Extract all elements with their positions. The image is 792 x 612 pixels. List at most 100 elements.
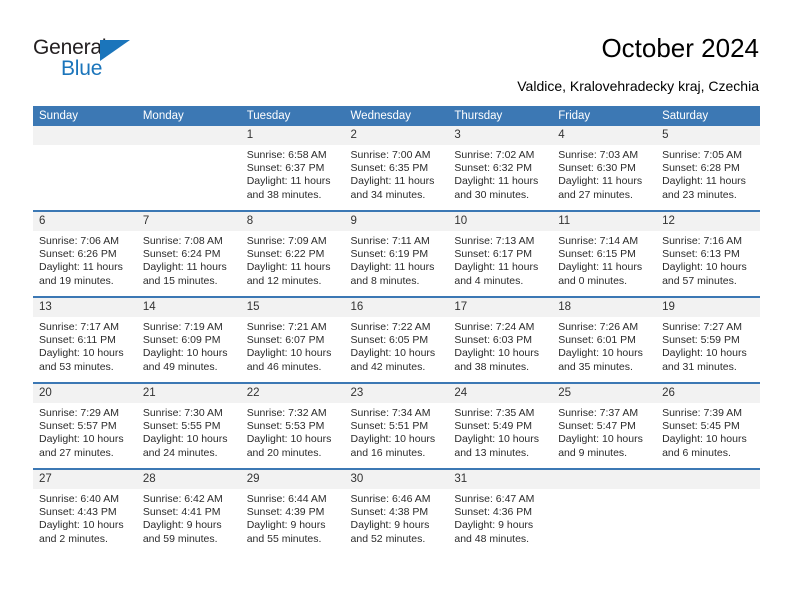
day-number: 14 <box>136 298 241 317</box>
day-cell[interactable]: 9 Sunrise: 7:11 AM Sunset: 6:19 PM Dayli… <box>344 210 449 297</box>
day-cell[interactable]: 7 Sunrise: 7:08 AM Sunset: 6:24 PM Dayli… <box>136 210 241 297</box>
sunset-text: Sunset: 6:01 PM <box>558 334 636 347</box>
day-cell[interactable]: 16 Sunrise: 7:22 AM Sunset: 6:05 PM Dayl… <box>344 296 449 383</box>
daylight-text: Daylight: 10 hours and 38 minutes. <box>454 347 540 373</box>
day-number: 21 <box>136 384 241 403</box>
sunset-text: Sunset: 6:37 PM <box>246 162 325 175</box>
sunset-text: Sunset: 6:15 PM <box>558 248 636 261</box>
day-cell[interactable]: 24 Sunrise: 7:35 AM Sunset: 5:49 PM Dayl… <box>448 382 553 469</box>
day-cell[interactable]: 12 Sunrise: 7:16 AM Sunset: 6:13 PM Dayl… <box>656 210 760 297</box>
day-info: Sunrise: 7:39 AM Sunset: 5:45 PM Dayligh… <box>656 403 760 460</box>
sunset-text: Sunset: 6:11 PM <box>39 334 116 347</box>
day-cell[interactable]: 3 Sunrise: 7:02 AM Sunset: 6:32 PM Dayli… <box>448 126 553 211</box>
day-cell[interactable]: 8 Sunrise: 7:09 AM Sunset: 6:22 PM Dayli… <box>240 210 345 297</box>
day-cell[interactable]: 28 Sunrise: 6:42 AM Sunset: 4:41 PM Dayl… <box>136 468 241 554</box>
weekday-header-tuesday: Tuesday <box>240 106 345 126</box>
sunset-text: Sunset: 6:07 PM <box>246 334 325 347</box>
day-number: 30 <box>344 470 449 489</box>
daylight-text: Daylight: 9 hours and 55 minutes. <box>246 519 326 545</box>
day-cell[interactable]: 19 Sunrise: 7:27 AM Sunset: 5:59 PM Dayl… <box>656 296 760 383</box>
sunrise-text: Sunrise: 7:13 AM <box>454 235 535 247</box>
sunset-text: Sunset: 5:57 PM <box>39 420 117 433</box>
daylight-text: Daylight: 10 hours and 49 minutes. <box>142 347 228 373</box>
daylight-text: Daylight: 11 hours and 23 minutes. <box>662 175 746 201</box>
day-cell[interactable]: 6 Sunrise: 7:06 AM Sunset: 6:26 PM Dayli… <box>33 210 137 297</box>
day-number: 13 <box>33 298 137 317</box>
day-cell[interactable]: 29 Sunrise: 6:44 AM Sunset: 4:39 PM Dayl… <box>240 468 345 554</box>
sunrise-text: Sunrise: 7:29 AM <box>39 407 119 419</box>
daylight-text: Daylight: 10 hours and 24 minutes. <box>142 433 228 459</box>
day-number <box>136 126 241 145</box>
sunrise-text: Sunrise: 7:08 AM <box>142 235 223 247</box>
daylight-text: Daylight: 10 hours and 57 minutes. <box>662 261 747 287</box>
day-number: 17 <box>448 298 553 317</box>
day-cell[interactable]: 18 Sunrise: 7:26 AM Sunset: 6:01 PM Dayl… <box>552 296 657 383</box>
day-info: Sunrise: 7:26 AM Sunset: 6:01 PM Dayligh… <box>552 317 656 374</box>
sunset-text: Sunset: 4:41 PM <box>142 506 221 519</box>
sunrise-text: Sunrise: 6:46 AM <box>350 493 431 505</box>
day-number: 8 <box>240 212 345 231</box>
day-number: 9 <box>344 212 449 231</box>
sunrise-text: Sunrise: 7:37 AM <box>558 407 639 419</box>
day-cell[interactable]: 5 Sunrise: 7:05 AM Sunset: 6:28 PM Dayli… <box>656 126 760 211</box>
sunrise-text: Sunrise: 7:21 AM <box>246 321 327 333</box>
day-cell[interactable]: 1 Sunrise: 6:58 AM Sunset: 6:37 PM Dayli… <box>240 126 345 211</box>
daylight-text: Daylight: 10 hours and 27 minutes. <box>39 433 124 459</box>
sunrise-text: Sunrise: 7:39 AM <box>662 407 743 419</box>
sunset-text: Sunset: 4:43 PM <box>39 506 117 519</box>
day-cell[interactable]: 10 Sunrise: 7:13 AM Sunset: 6:17 PM Dayl… <box>448 210 553 297</box>
day-cell[interactable]: 13 Sunrise: 7:17 AM Sunset: 6:11 PM Dayl… <box>33 296 137 383</box>
day-cell[interactable]: 26 Sunrise: 7:39 AM Sunset: 5:45 PM Dayl… <box>656 382 760 469</box>
day-info: Sunrise: 7:37 AM Sunset: 5:47 PM Dayligh… <box>552 403 656 460</box>
day-cell[interactable]: 23 Sunrise: 7:34 AM Sunset: 5:51 PM Dayl… <box>344 382 449 469</box>
day-number: 15 <box>240 298 345 317</box>
sunrise-text: Sunrise: 7:19 AM <box>142 321 223 333</box>
day-info: Sunrise: 7:06 AM Sunset: 6:26 PM Dayligh… <box>33 231 137 288</box>
logo-triangle-icon <box>100 40 130 61</box>
day-cell[interactable]: 30 Sunrise: 6:46 AM Sunset: 4:38 PM Dayl… <box>344 468 449 554</box>
day-number: 24 <box>448 384 553 403</box>
daylight-text: Daylight: 9 hours and 48 minutes. <box>454 519 534 545</box>
sunset-text: Sunset: 6:19 PM <box>350 248 429 261</box>
day-info <box>552 489 656 493</box>
day-cell[interactable]: 21 Sunrise: 7:30 AM Sunset: 5:55 PM Dayl… <box>136 382 241 469</box>
day-cell[interactable]: 20 Sunrise: 7:29 AM Sunset: 5:57 PM Dayl… <box>33 382 137 469</box>
sunrise-text: Sunrise: 7:34 AM <box>350 407 431 419</box>
day-info: Sunrise: 6:40 AM Sunset: 4:43 PM Dayligh… <box>33 489 137 546</box>
sunrise-text: Sunrise: 7:00 AM <box>350 149 431 161</box>
sunrise-text: Sunrise: 7:03 AM <box>558 149 639 161</box>
day-info: Sunrise: 7:14 AM Sunset: 6:15 PM Dayligh… <box>552 231 656 288</box>
day-info: Sunrise: 6:44 AM Sunset: 4:39 PM Dayligh… <box>241 489 345 546</box>
day-cell[interactable]: 14 Sunrise: 7:19 AM Sunset: 6:09 PM Dayl… <box>136 296 241 383</box>
daylight-text: Daylight: 11 hours and 27 minutes. <box>558 175 643 201</box>
sunrise-text: Sunrise: 7:22 AM <box>350 321 431 333</box>
day-cell[interactable]: 31 Sunrise: 6:47 AM Sunset: 4:36 PM Dayl… <box>448 468 553 554</box>
sunset-text: Sunset: 4:36 PM <box>454 506 533 519</box>
sunrise-text: Sunrise: 6:44 AM <box>246 493 327 505</box>
day-cell[interactable]: 11 Sunrise: 7:14 AM Sunset: 6:15 PM Dayl… <box>552 210 657 297</box>
day-cell[interactable]: 2 Sunrise: 7:00 AM Sunset: 6:35 PM Dayli… <box>344 126 449 211</box>
day-cell[interactable] <box>552 468 657 554</box>
sunset-text: Sunset: 5:55 PM <box>142 420 221 433</box>
day-cell[interactable]: 25 Sunrise: 7:37 AM Sunset: 5:47 PM Dayl… <box>552 382 657 469</box>
day-cell[interactable] <box>656 468 760 554</box>
day-cell[interactable] <box>136 126 241 211</box>
sunset-text: Sunset: 6:05 PM <box>350 334 429 347</box>
day-number: 25 <box>552 384 657 403</box>
day-cell[interactable] <box>33 126 137 211</box>
day-number: 3 <box>448 126 553 145</box>
day-cell[interactable]: 4 Sunrise: 7:03 AM Sunset: 6:30 PM Dayli… <box>552 126 657 211</box>
day-number: 28 <box>136 470 241 489</box>
weekday-header-sunday: Sunday <box>33 106 137 126</box>
day-info: Sunrise: 6:58 AM Sunset: 6:37 PM Dayligh… <box>241 145 345 202</box>
calendar-week-row: 27 Sunrise: 6:40 AM Sunset: 4:43 PM Dayl… <box>33 468 760 554</box>
day-info <box>137 145 241 149</box>
calendar-page: General Blue October 2024 Valdice, Kralo… <box>0 0 792 612</box>
daylight-text: Daylight: 11 hours and 12 minutes. <box>246 261 331 287</box>
day-cell[interactable]: 27 Sunrise: 6:40 AM Sunset: 4:43 PM Dayl… <box>33 468 137 554</box>
day-cell[interactable]: 22 Sunrise: 7:32 AM Sunset: 5:53 PM Dayl… <box>240 382 345 469</box>
day-cell[interactable]: 17 Sunrise: 7:24 AM Sunset: 6:03 PM Dayl… <box>448 296 553 383</box>
day-cell[interactable]: 15 Sunrise: 7:21 AM Sunset: 6:07 PM Dayl… <box>240 296 345 383</box>
day-number: 5 <box>656 126 760 145</box>
weekday-header-monday: Monday <box>136 106 241 126</box>
